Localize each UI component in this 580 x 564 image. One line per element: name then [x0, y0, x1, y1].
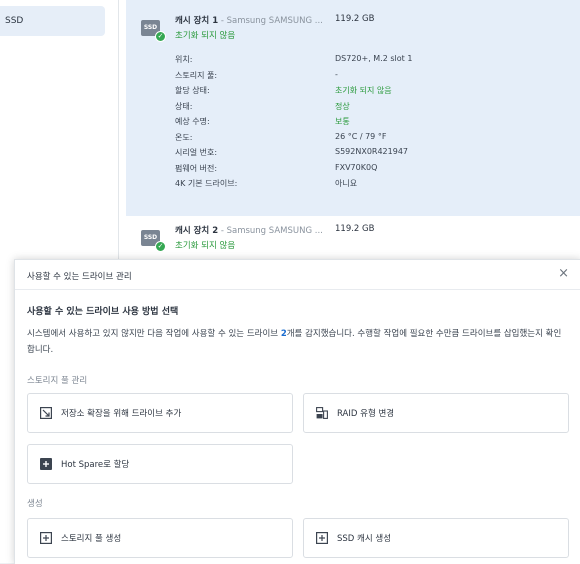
prop-row-allocation: 할당 상태: 초기화 되지 않음	[175, 85, 575, 101]
prop-row-lifespan: 예상 수명: 보통	[175, 116, 575, 132]
prop-label: 시리얼 번호:	[175, 148, 218, 157]
drive-title: 캐시 장치 2 - Samsung SAMSUNG ...	[175, 224, 323, 236]
create-ssd-cache-button[interactable]: SSD 캐시 생성	[303, 518, 569, 558]
manage-available-drives-dialog: 사용할 수 있는 드라이브 관리 × 사용할 수 있는 드라이브 사용 방법 선…	[14, 259, 580, 564]
prop-row-temperature: 온도: 26 °C / 79 °F	[175, 132, 575, 148]
create-storage-pool-button[interactable]: 스토리지 풀 생성	[27, 518, 293, 558]
prop-label: 할당 상태:	[175, 86, 210, 95]
hot-spare-icon	[40, 458, 52, 470]
drive-properties: 위치: DS720+, M.2 slot 1 스토리지 풀: - 할당 상태: …	[175, 54, 575, 194]
plus-square-icon	[40, 532, 52, 544]
drive-capacity: 119.2 GB	[335, 14, 375, 24]
prop-value: S592NX0R421947	[335, 147, 408, 156]
dialog-heading: 사용할 수 있는 드라이브 사용 방법 선택	[27, 307, 179, 317]
check-circle-icon: ✓	[155, 241, 166, 252]
assign-hot-spare-button[interactable]: Hot Spare로 할당	[27, 444, 293, 484]
prop-row-firmware: 펌웨어 버전: FXV70K0Q	[175, 163, 575, 179]
drive-status: 초기화 되지 않음	[175, 31, 236, 41]
expand-square-icon	[40, 407, 52, 419]
drive-name: 캐시 장치 1	[175, 16, 219, 26]
drive-model: - Samsung SAMSUNG ...	[218, 16, 323, 26]
dialog-description: 시스템에서 사용하고 있지 않지만 다음 작업에 사용할 수 있는 드라이브 2…	[27, 326, 567, 358]
description-text: 시스템에서 사용하고 있지 않지만 다음 작업에 사용할 수 있는 드라이브	[27, 329, 281, 339]
option-label: SSD 캐시 생성	[337, 534, 392, 544]
prop-value: 아니요	[335, 179, 358, 188]
prop-label: 온도:	[175, 132, 193, 142]
prop-value: 26 °C / 79 °F	[335, 131, 387, 141]
option-label: 저장소 확장을 위해 드라이브 추가	[61, 409, 182, 419]
prop-row-4k-native: 4K 기본 드라이브: 아니요	[175, 178, 575, 194]
drive-model: - Samsung SAMSUNG ...	[218, 226, 323, 236]
prop-value: 보통	[335, 117, 350, 126]
raid-icon	[316, 407, 328, 419]
section-label-pool-management: 스토리지 풀 관리	[27, 376, 88, 386]
prop-label: 펌웨어 버전:	[175, 163, 218, 173]
drive-name: 캐시 장치 2	[175, 226, 219, 236]
dialog-header-divider	[15, 289, 580, 290]
prop-value: -	[335, 69, 338, 79]
option-label: RAID 유형 변경	[337, 409, 395, 419]
prop-label: 4K 기본 드라이브:	[175, 179, 238, 188]
prop-row-location: 위치: DS720+, M.2 slot 1	[175, 54, 575, 70]
option-label: Hot Spare로 할당	[61, 460, 130, 470]
dialog-title: 사용할 수 있는 드라이브 관리	[27, 272, 132, 282]
prop-label: 위치:	[175, 55, 193, 64]
drive-card-cache-1[interactable]: SSD ✓ 캐시 장치 1 - Samsung SAMSUNG ... 119.…	[126, 0, 580, 216]
add-drive-button[interactable]: 저장소 확장을 위해 드라이브 추가	[27, 393, 293, 433]
drive-card-cache-2[interactable]: SSD ✓ 캐시 장치 2 - Samsung SAMSUNG ... 119.…	[126, 216, 580, 262]
prop-value: DS720+, M.2 slot 1	[335, 54, 413, 63]
ssd-drive-icon: SSD ✓	[141, 230, 166, 252]
drive-capacity: 119.2 GB	[335, 224, 375, 234]
prop-label: 스토리지 풀:	[175, 70, 218, 80]
prop-row-storage-pool: 스토리지 풀: -	[175, 70, 575, 86]
drive-status: 초기화 되지 않음	[175, 241, 236, 251]
prop-label: 상태:	[175, 101, 193, 111]
prop-row-health: 상태: 정상	[175, 101, 575, 117]
change-raid-type-button[interactable]: RAID 유형 변경	[303, 393, 569, 433]
plus-square-icon	[316, 532, 328, 544]
prop-label: 예상 수명:	[175, 117, 210, 126]
close-icon[interactable]: ×	[558, 266, 569, 281]
option-label: 스토리지 풀 생성	[61, 534, 122, 544]
drive-title: 캐시 장치 1 - Samsung SAMSUNG ...	[175, 14, 323, 26]
check-circle-icon: ✓	[155, 31, 166, 42]
prop-value: FXV70K0Q	[335, 162, 378, 172]
nav-item-ssd[interactable]: SSD	[0, 6, 105, 36]
prop-value: 초기화 되지 않음	[335, 86, 392, 95]
section-label-create: 생성	[27, 499, 43, 509]
prop-row-serial: 시리얼 번호: S592NX0R421947	[175, 147, 575, 163]
ssd-drive-icon: SSD ✓	[141, 20, 166, 42]
prop-value: 정상	[335, 101, 350, 111]
